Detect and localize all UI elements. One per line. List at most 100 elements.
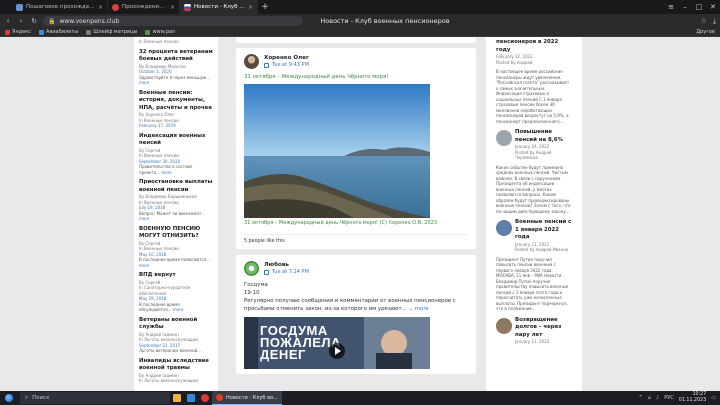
clock[interactable]: 10:27 01.11.2023	[679, 392, 706, 404]
post-date: January 11, 2022	[515, 339, 550, 344]
bookmark-icon[interactable]: ☆	[701, 17, 707, 26]
comment-icon	[264, 269, 269, 275]
store-icon	[187, 394, 195, 402]
play-icon[interactable]	[329, 343, 345, 359]
author-name[interactable]: Хоренко Олег	[264, 55, 309, 62]
sidebar-post: Приостановка выплаты военной пенсии By Вл…	[139, 179, 213, 222]
post-time[interactable]: Tue at 7:24 PM	[264, 269, 309, 276]
post-category[interactable]: In Военные пенсии	[139, 39, 213, 45]
post-time[interactable]: Tue at 9:43 PM	[264, 62, 309, 69]
taskbar-app-store[interactable]	[184, 391, 198, 405]
post-thumbnail[interactable]	[496, 220, 512, 236]
close-icon[interactable]: ×	[98, 4, 103, 11]
taskbar-app-browser[interactable]: Новости - Клуб во...	[212, 391, 282, 405]
sidebar-post: пенсионеров в 2022 году February 12, 202…	[496, 39, 572, 124]
sidebar-post-header: Возвращение долгов – через пару лет Janu…	[496, 317, 572, 345]
avatar[interactable]	[244, 261, 259, 276]
close-icon[interactable]: ×	[248, 4, 253, 11]
post-excerpt: Льготы ветеранам военной...	[139, 348, 213, 354]
tab-walkthrough[interactable]: Пошаговое прохождение: ×	[0, 0, 108, 14]
post-title[interactable]: Военные пенсии: история, документы, НПА,…	[139, 90, 213, 113]
bookmark-other[interactable]: Другое	[696, 29, 715, 35]
bookmark-flights[interactable]: Авиабилеты	[39, 29, 78, 35]
close-icon[interactable]: ×	[170, 4, 175, 11]
search-icon: ⌕	[25, 394, 29, 401]
volume-icon[interactable]: ♪	[656, 395, 659, 401]
sidebar-post: ВОЕННУЮ ПЕНСИЮ МОГУТ ОТНИЗИТЬ? By Сергей I…	[139, 226, 213, 269]
post-excerpt: В последние время появляются... more	[139, 257, 213, 268]
post-category[interactable]: In Санаторно-курортное обеспечение	[139, 285, 213, 296]
tab-label: Новости - Клуб военн	[194, 4, 245, 10]
sidebar-post-header: Повышение пенсий на 8,6% January 24, 202…	[496, 129, 572, 161]
menu-icon[interactable]: ≡	[664, 0, 678, 14]
sidebar-post: Военные пенсии с 1 января 2022 года Janu…	[496, 219, 572, 312]
more-link[interactable]: more	[161, 170, 171, 175]
more-link[interactable]: more	[139, 263, 149, 268]
tab-favicon	[16, 3, 23, 11]
new-tab-button[interactable]: +	[258, 0, 272, 14]
bookmark-label: Шлейф матрицы	[93, 29, 138, 35]
maximize-icon[interactable]: □	[692, 0, 706, 14]
taskbar-app-opera[interactable]	[198, 391, 212, 405]
tab-news[interactable]: Новости - Клуб военн ×	[180, 0, 258, 14]
post-excerpt: В настоящее время российские пенсионеры …	[496, 69, 570, 124]
more-link[interactable]: more	[173, 307, 183, 312]
address-bar[interactable]: 🔒 www.voenpens.club	[43, 16, 303, 26]
post-thumbnail[interactable]	[496, 130, 512, 146]
photo-caption: 31 октября – Международный день Чёрного …	[244, 220, 438, 226]
forward-icon[interactable]: ›	[17, 17, 25, 25]
post-title[interactable]: Индексация военных пенсий	[139, 133, 213, 148]
feed-post: Хоренко Олег Tue at 9:43 PM 31 октября –…	[236, 48, 476, 249]
back-icon[interactable]: ‹	[4, 17, 12, 25]
post-title[interactable]: Военные пенсии с 1 января 2022 года	[515, 219, 572, 242]
avatar[interactable]	[244, 54, 259, 69]
post-photo[interactable]	[244, 84, 430, 218]
author-name[interactable]: Любовь	[264, 262, 309, 269]
video-preview[interactable]: ГОСДУМА ПОЖАЛЕЛА ДЕНЕГ	[244, 317, 430, 369]
post-thumbnail[interactable]	[496, 317, 512, 334]
post-title[interactable]: пенсионеров в 2022 году	[496, 39, 572, 54]
tab-strip: Пошаговое прохождение: × Прохождение Ста…	[0, 0, 720, 14]
post-line: 19:10	[244, 290, 260, 296]
post-text: 31 октября – Международный день Чёрного …	[244, 74, 389, 80]
likes-count[interactable]: 5 people like this	[244, 234, 468, 244]
bookmark-yandex[interactable]: Яндекс	[5, 29, 31, 35]
post-title[interactable]: Ветераны военной службы	[139, 317, 213, 332]
post-title[interactable]: Приостановка выплаты военной пенсии	[139, 179, 213, 194]
bookmark-matrix[interactable]: Шлейф матрицы	[86, 29, 137, 35]
post-line: Госдума	[244, 282, 268, 288]
page-viewport: In Военные пенсии 32 процента ветеранам …	[0, 37, 720, 391]
window-controls: ≡ – □ ✕	[664, 0, 720, 14]
reload-icon[interactable]: ↻	[30, 17, 38, 25]
page-title: Новости - Клуб военных пенсионеров	[320, 17, 450, 25]
more-link[interactable]: more	[139, 216, 149, 221]
network-icon[interactable]: ⌂	[648, 395, 651, 401]
post-title[interactable]: Возвращение долгов – через пару лет	[515, 317, 572, 340]
post-title[interactable]: 32 процента ветеранам боевых действий	[139, 49, 213, 64]
minimize-icon[interactable]: –	[678, 0, 692, 14]
taskbar-search[interactable]: ⌕ Поиск	[20, 392, 170, 404]
post-title[interactable]: ВОЕННУЮ ПЕНСИЮ МОГУТ ОТНИЗИТЬ?	[139, 226, 213, 241]
bookmark-label: Авиабилеты	[46, 29, 79, 35]
post-category[interactable]: In Льготы военнослужащим	[139, 378, 213, 384]
language-indicator[interactable]: РУС	[664, 395, 674, 401]
post-title[interactable]: Инвалиды вследствие военной травмы	[139, 358, 213, 373]
more-link[interactable]: more	[139, 80, 149, 85]
taskbar-app-explorer[interactable]	[170, 391, 184, 405]
sidebar-post: 32 процента ветеранам боевых действий By …	[139, 49, 213, 86]
bookmark-pan[interactable]: www.pan	[145, 29, 175, 35]
bookmark-label: www.pan	[152, 29, 176, 35]
post-title[interactable]: ВПД вернут	[139, 272, 213, 280]
post-author: Posted by Андрей	[496, 59, 533, 65]
chevron-up-icon[interactable]: ^	[639, 395, 643, 401]
more-link[interactable]: ⌄ more	[409, 306, 429, 312]
start-button[interactable]	[0, 391, 18, 405]
sidebar-post: In Военные пенсии	[139, 39, 213, 45]
close-window-icon[interactable]: ✕	[706, 0, 720, 14]
notification-icon[interactable]: ▭	[711, 395, 716, 401]
download-icon[interactable]: ⤓	[713, 17, 716, 26]
post-title[interactable]: Повышение пенсий на 8,6%	[515, 129, 572, 144]
tab-stalker[interactable]: Прохождение Сталкер В ×	[108, 0, 180, 14]
bookmark-favicon	[86, 29, 92, 35]
yandex-icon	[216, 394, 223, 401]
